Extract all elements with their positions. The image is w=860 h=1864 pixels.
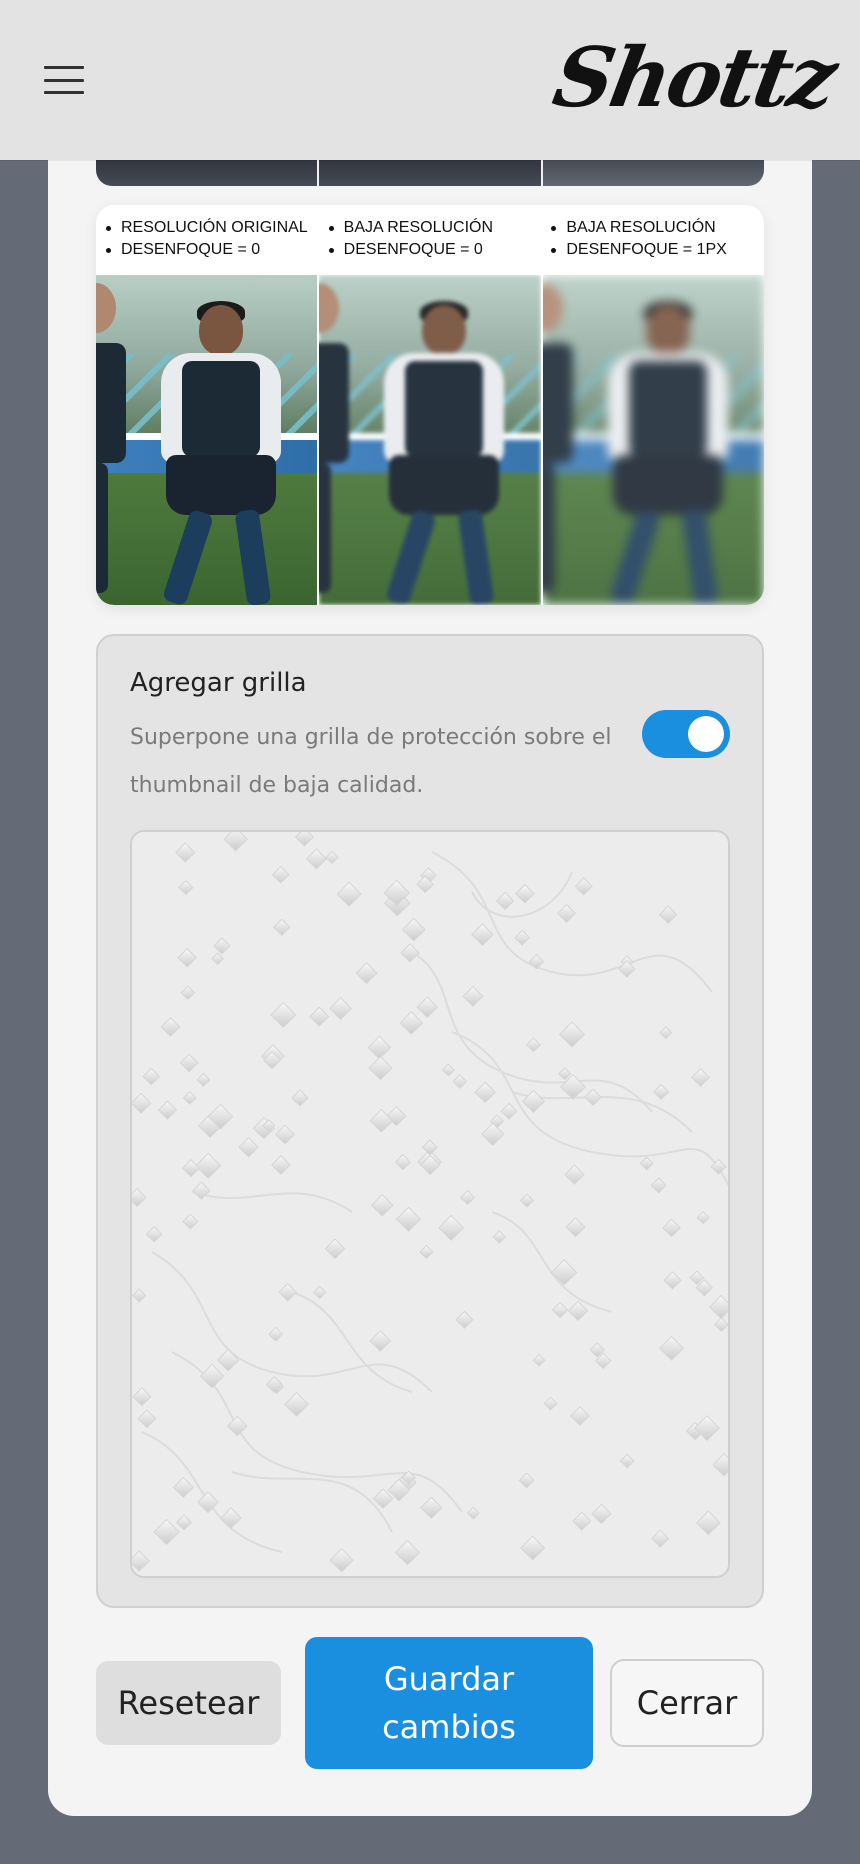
brand-logo[interactable]: Shottz — [544, 18, 842, 138]
photo-low-res — [319, 275, 543, 605]
grid-option-description: Superpone una grilla de protección sobre… — [130, 725, 612, 798]
soccer-photo — [542, 275, 764, 605]
photo-original — [96, 275, 320, 605]
bullet-icon — [106, 225, 111, 231]
bullet-icon — [328, 225, 334, 231]
bullet-icon — [328, 247, 334, 253]
blur-comparison-card: RESOLUCIÓN ORIGINAL DESENFOQUE = 0 BAJA … — [96, 205, 764, 605]
resolution-label: BAJA RESOLUCIÓN — [343, 219, 494, 236]
bullet-icon — [551, 225, 557, 231]
toggle-knob — [688, 716, 724, 752]
menu-line — [44, 91, 84, 94]
comparison-labels: RESOLUCIÓN ORIGINAL DESENFOQUE = 0 BAJA … — [96, 205, 764, 275]
comparison-label-original: RESOLUCIÓN ORIGINAL DESENFOQUE = 0 — [96, 205, 319, 275]
close-button[interactable]: Cerrar — [610, 1659, 764, 1747]
resolution-label: RESOLUCIÓN ORIGINAL — [121, 219, 308, 236]
bullet-icon — [551, 247, 557, 253]
resolution-label: BAJA RESOLUCIÓN — [566, 219, 716, 236]
comparison-label-low-res: BAJA RESOLUCIÓN DESENFOQUE = 0 — [319, 205, 542, 275]
top-bar: Shottz — [0, 0, 860, 160]
menu-line — [44, 78, 84, 82]
grid-toggle[interactable] — [642, 710, 730, 758]
grid-pattern-preview — [130, 830, 730, 1578]
hamburger-menu-icon[interactable] — [40, 60, 88, 100]
grid-pattern-image — [132, 832, 728, 1576]
blur-label: DESENFOQUE = 0 — [121, 241, 261, 258]
comparison-label-low-res-blur: BAJA RESOLUCIÓN DESENFOQUE = 1PX — [541, 205, 764, 275]
soccer-photo — [96, 275, 318, 605]
bullet-icon — [106, 247, 111, 253]
comparison-images — [96, 275, 764, 605]
grid-option-card: Agregar grilla Superpone una grilla de p… — [96, 634, 764, 1608]
blur-label: DESENFOQUE = 0 — [343, 241, 483, 258]
blur-label: DESENFOQUE = 1PX — [566, 241, 727, 258]
photo-low-res-blur — [542, 275, 764, 605]
grid-option-title: Agregar grilla — [130, 668, 307, 698]
save-changes-button[interactable]: Guardar cambios — [305, 1637, 593, 1769]
soccer-photo — [319, 275, 541, 605]
reset-button[interactable]: Resetear — [96, 1661, 281, 1745]
menu-line — [44, 66, 84, 69]
